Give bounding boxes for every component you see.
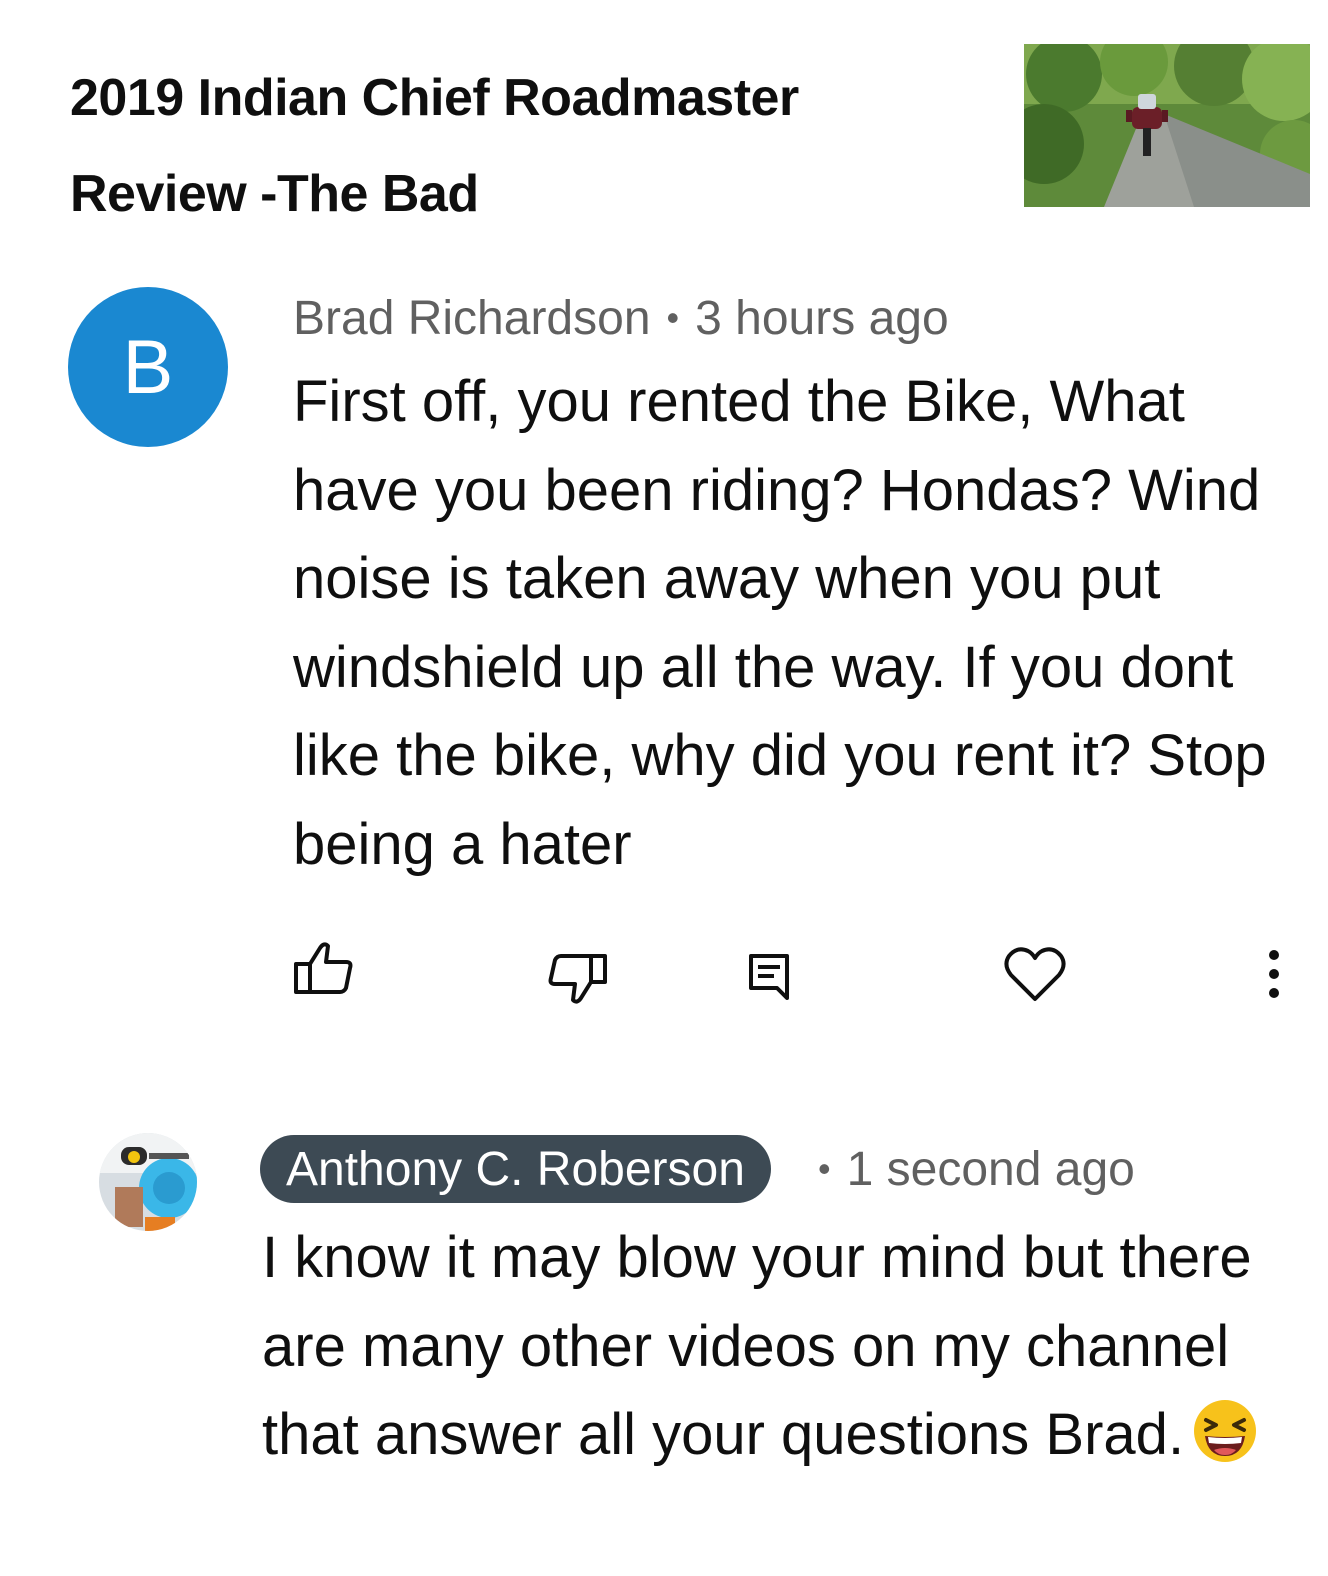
separator-dot: • [818,1148,831,1189]
reply-text: I know it may blow your mind but there a… [262,1225,1252,1467]
reply-meta: • 1 second ago [818,1138,1135,1200]
dislike-button[interactable] [545,948,611,1010]
reply-text-block: I know it may blow your mind but there a… [262,1214,1262,1480]
motorcycle [1132,107,1162,129]
comment-text: First off, you rented the Bike, What hav… [293,369,1267,877]
thumbs-up-icon [294,942,353,994]
laughing-emoji-icon [1194,1400,1257,1462]
reply-button[interactable] [743,948,795,1006]
comment-author[interactable]: Brad Richardson [293,291,651,346]
separator-dot: • [666,297,680,338]
heart-button[interactable] [1001,943,1069,1005]
reply-time: 1 second ago [846,1142,1135,1196]
avatar-letter: B [122,324,174,410]
video-thumbnail[interactable] [1024,44,1310,207]
reply-author-chip[interactable]: Anthony C. Roberson [260,1135,771,1203]
reply-comment-icon [749,954,789,1000]
more-vertical-icon [1269,950,1279,998]
video-title: 2019 Indian Chief Roadmaster Review -The… [70,69,799,223]
heart-icon [1004,947,1066,1001]
thumbs-down-icon [548,954,607,1004]
comment-meta: Brad Richardson • 3 hours ago [293,288,949,348]
like-button[interactable] [290,938,356,1000]
more-button[interactable] [1255,945,1293,1003]
reply-author: Anthony C. Roberson [286,1142,745,1196]
avatar[interactable]: B [68,287,228,447]
reply-avatar[interactable] [99,1133,197,1231]
comment-time: 3 hours ago [695,291,949,345]
